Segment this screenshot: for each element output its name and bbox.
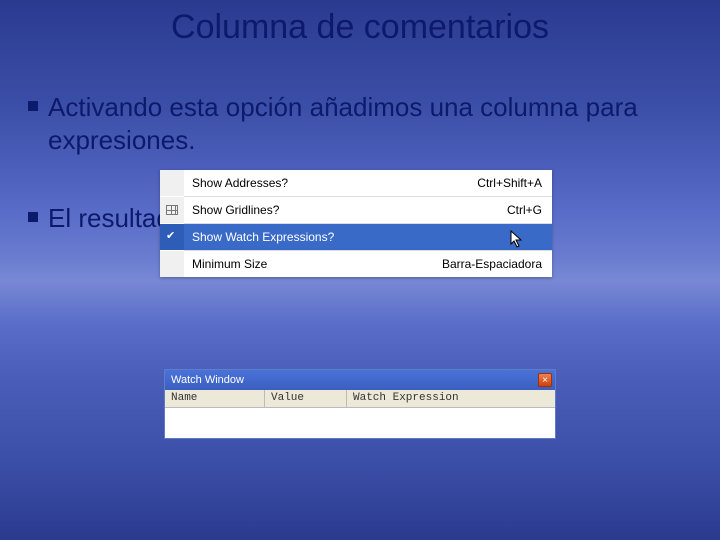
watch-window: Watch Window × Name Value Watch Expressi…: [164, 369, 556, 439]
bullet-square: [28, 101, 38, 111]
col-header-name[interactable]: Name: [165, 390, 265, 407]
menu-shortcut: Ctrl+Shift+A: [477, 176, 552, 190]
col-header-value[interactable]: Value: [265, 390, 347, 407]
menu-item-watch-expressions[interactable]: Show Watch Expressions?: [160, 224, 552, 250]
grid-icon: [160, 197, 184, 223]
page-title: Columna de comentarios: [0, 0, 720, 47]
menu-label: Show Addresses?: [184, 176, 477, 190]
watch-titlebar[interactable]: Watch Window ×: [165, 370, 555, 390]
menu-item-addresses[interactable]: Show Addresses? Ctrl+Shift+A: [160, 170, 552, 196]
menu-item-minsize[interactable]: Minimum Size Barra-Espaciadora: [160, 251, 552, 277]
blank-icon: [160, 170, 184, 196]
bullet-text-1: Activando esta opción añadimos una colum…: [48, 91, 696, 156]
menu-shortcut: Barra-Espaciadora: [442, 257, 552, 271]
menu-label: Show Watch Expressions?: [184, 230, 542, 244]
watch-title-text: Watch Window: [171, 374, 244, 386]
close-button[interactable]: ×: [538, 373, 552, 387]
menu-label: Show Gridlines?: [184, 203, 507, 217]
check-icon: [160, 224, 184, 250]
watch-column-headers: Name Value Watch Expression: [165, 390, 555, 408]
context-menu: Show Addresses? Ctrl+Shift+A Show Gridli…: [160, 170, 552, 277]
bullet-square: [28, 212, 38, 222]
bullet-row-1: Activando esta opción añadimos una colum…: [28, 91, 696, 156]
close-icon: ×: [542, 375, 548, 386]
menu-item-gridlines[interactable]: Show Gridlines? Ctrl+G: [160, 197, 552, 223]
col-header-expression[interactable]: Watch Expression: [347, 390, 555, 407]
menu-label: Minimum Size: [184, 257, 442, 271]
blank-icon: [160, 251, 184, 277]
watch-body[interactable]: [165, 408, 555, 438]
menu-shortcut: Ctrl+G: [507, 203, 552, 217]
